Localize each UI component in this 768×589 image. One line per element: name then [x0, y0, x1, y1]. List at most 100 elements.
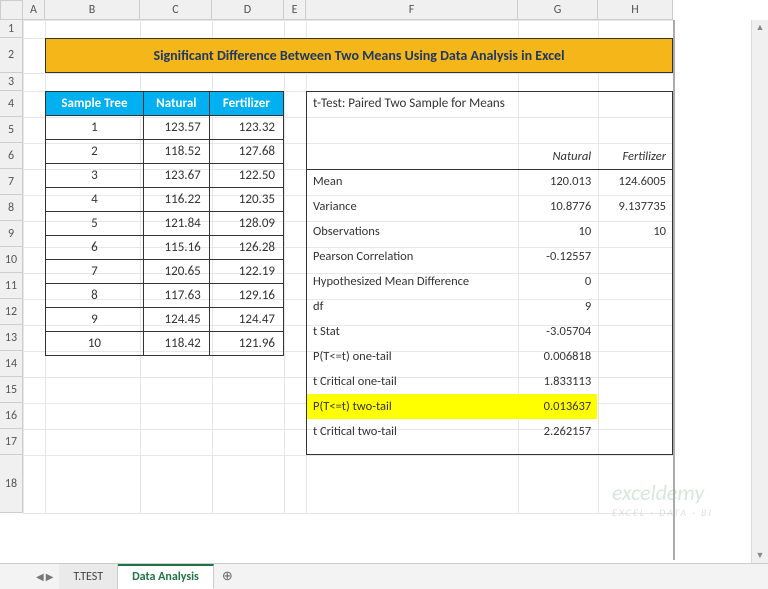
column-header-B[interactable]: B: [45, 0, 140, 20]
sample-cell[interactable]: 8: [46, 284, 144, 308]
ttest-col-natural: Natural: [517, 144, 597, 169]
ttest-stat-label: df: [307, 294, 517, 319]
ttest-stat-label: Pearson Correlation: [307, 244, 517, 269]
column-header-E[interactable]: E: [284, 0, 306, 20]
sample-cell[interactable]: 118.52: [143, 140, 209, 164]
sample-cell[interactable]: 124.45: [143, 308, 209, 332]
sample-cell[interactable]: 122.19: [209, 260, 283, 284]
ttest-stat-label: t Critical two-tail: [307, 419, 517, 444]
ttest-stat-value[interactable]: 120.013: [517, 169, 597, 194]
sheet-tab-t-test[interactable]: T.TEST: [59, 564, 118, 589]
ttest-stat-value2[interactable]: [597, 419, 672, 444]
row-header-16[interactable]: 16: [0, 403, 23, 429]
column-header-F[interactable]: F: [306, 0, 518, 20]
sample-cell[interactable]: 9: [46, 308, 144, 332]
sheet-tab-data-analysis[interactable]: Data Analysis: [118, 564, 214, 589]
ttest-stat-value[interactable]: -0.12557: [517, 244, 597, 269]
sample-cell[interactable]: 121.96: [209, 332, 283, 356]
ttest-stat-value2[interactable]: [597, 294, 672, 319]
row-header-14[interactable]: 14: [0, 351, 23, 377]
sample-cell[interactable]: 118.42: [143, 332, 209, 356]
sample-cell[interactable]: 123.67: [143, 164, 209, 188]
row-header-3[interactable]: 3: [0, 73, 23, 91]
ttest-stat-value[interactable]: 2.262157: [517, 419, 597, 444]
sample-cell[interactable]: 3: [46, 164, 144, 188]
row-header-13[interactable]: 13: [0, 325, 23, 351]
sample-cell[interactable]: 123.57: [143, 116, 209, 140]
ttest-stat-value2[interactable]: [597, 394, 672, 419]
ttest-stat-value2[interactable]: [597, 269, 672, 294]
ttest-stat-value2[interactable]: [597, 369, 672, 394]
ttest-stat-value[interactable]: 0.013637: [517, 394, 597, 419]
scroll-down-icon[interactable]: ▼: [755, 550, 765, 561]
ttest-stat-value2[interactable]: 10: [597, 219, 672, 244]
sample-cell[interactable]: 4: [46, 188, 144, 212]
row-header-5[interactable]: 5: [0, 117, 23, 143]
sample-cell[interactable]: 1: [46, 116, 144, 140]
ttest-stat-value2[interactable]: 124.6005: [597, 169, 672, 194]
column-header-H[interactable]: H: [598, 0, 673, 20]
scroll-up-icon[interactable]: ▲: [755, 22, 765, 33]
ttest-stat-value[interactable]: 0: [517, 269, 597, 294]
ttest-stat-value[interactable]: 0.006818: [517, 344, 597, 369]
select-all-corner[interactable]: [0, 0, 23, 20]
column-header-A[interactable]: A: [23, 0, 45, 20]
ttest-stat-label: Observations: [307, 219, 517, 244]
ttest-stat-value2[interactable]: 9.137735: [597, 194, 672, 219]
ttest-stat-value2[interactable]: [597, 244, 672, 269]
sample-cell[interactable]: 6: [46, 236, 144, 260]
sample-cell[interactable]: 126.28: [209, 236, 283, 260]
row-header-8[interactable]: 8: [0, 195, 23, 221]
sample-cell[interactable]: 127.68: [209, 140, 283, 164]
column-header-C[interactable]: C: [140, 0, 212, 20]
row-header-7[interactable]: 7: [0, 169, 23, 195]
ttest-stat-value2[interactable]: [597, 344, 672, 369]
sample-cell[interactable]: 120.35: [209, 188, 283, 212]
ttest-title: t-Test: Paired Two Sample for Means: [307, 92, 511, 115]
sample-cell[interactable]: 120.65: [143, 260, 209, 284]
row-header-9[interactable]: 9: [0, 221, 23, 247]
sample-cell[interactable]: 115.16: [143, 236, 209, 260]
tab-nav: ◀ ▶: [30, 564, 59, 589]
sample-cell[interactable]: 121.84: [143, 212, 209, 236]
column-header-G[interactable]: G: [518, 0, 598, 20]
ttest-stat-label: Mean: [307, 169, 517, 194]
tab-next-icon[interactable]: ▶: [46, 570, 54, 583]
sample-cell[interactable]: 10: [46, 332, 144, 356]
ttest-stat-value2[interactable]: [597, 319, 672, 344]
row-header-10[interactable]: 10: [0, 247, 23, 273]
row-header-17[interactable]: 17: [0, 429, 23, 455]
sample-cell[interactable]: 129.16: [209, 284, 283, 308]
grid-area[interactable]: Significant Difference Between Two Means…: [23, 20, 768, 513]
sample-cell[interactable]: 2: [46, 140, 144, 164]
row-header-15[interactable]: 15: [0, 377, 23, 403]
sample-header: Fertilizer: [209, 92, 283, 116]
ttest-stat-value[interactable]: 10: [517, 219, 597, 244]
ttest-stat-label: t Critical one-tail: [307, 369, 517, 394]
sample-header: Natural: [143, 92, 209, 116]
row-header-2[interactable]: 2: [0, 38, 23, 73]
sample-cell[interactable]: 123.32: [209, 116, 283, 140]
row-header-4[interactable]: 4: [0, 91, 23, 117]
page-title: Significant Difference Between Two Means…: [45, 38, 673, 73]
row-header-12[interactable]: 12: [0, 299, 23, 325]
sample-cell[interactable]: 122.50: [209, 164, 283, 188]
row-header-6[interactable]: 6: [0, 143, 23, 169]
sample-cell[interactable]: 124.47: [209, 308, 283, 332]
sample-cell[interactable]: 7: [46, 260, 144, 284]
ttest-stat-value[interactable]: 9: [517, 294, 597, 319]
ttest-stat-value[interactable]: 10.8776: [517, 194, 597, 219]
sample-cell[interactable]: 116.22: [143, 188, 209, 212]
add-sheet-button[interactable]: ⊕: [214, 564, 241, 589]
sample-cell[interactable]: 128.09: [209, 212, 283, 236]
sample-cell[interactable]: 5: [46, 212, 144, 236]
vertical-scrollbar[interactable]: ▲ ▼: [751, 20, 768, 563]
row-header-11[interactable]: 11: [0, 273, 23, 299]
tab-prev-icon[interactable]: ◀: [36, 570, 44, 583]
row-header-18[interactable]: 18: [0, 455, 23, 513]
ttest-stat-value[interactable]: -3.05704: [517, 319, 597, 344]
sample-cell[interactable]: 117.63: [143, 284, 209, 308]
ttest-stat-value[interactable]: 1.833113: [517, 369, 597, 394]
column-header-D[interactable]: D: [212, 0, 284, 20]
row-header-1[interactable]: 1: [0, 20, 23, 38]
